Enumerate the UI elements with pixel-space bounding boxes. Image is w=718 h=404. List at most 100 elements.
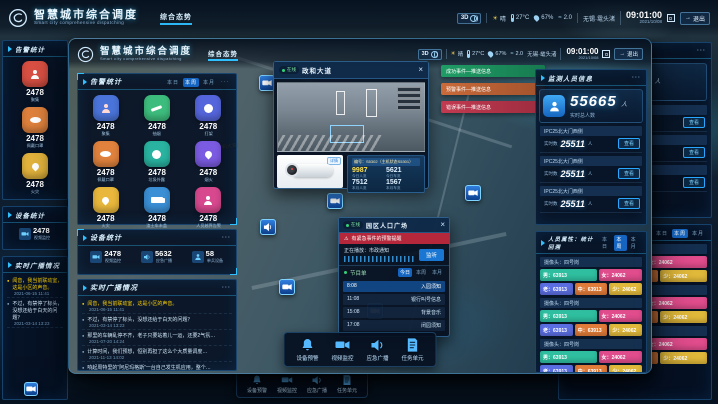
task-unit-button[interactable]: 任务单元 xyxy=(402,337,424,362)
view-mode-toggle[interactable]: 3D xyxy=(457,13,482,24)
tab-day[interactable]: 本日 xyxy=(165,78,181,87)
divider xyxy=(446,49,447,59)
more-icon[interactable]: ··· xyxy=(632,75,641,81)
tab-week[interactable]: 本周 xyxy=(614,235,626,251)
view-button[interactable]: 查看 xyxy=(618,168,640,179)
broadcast-item[interactable]: ●不过，有禁停了标头，没想还给于白天的问题？ 2021-03-14 13:23 xyxy=(82,314,232,330)
tab-week[interactable]: 本周 xyxy=(183,78,199,87)
attribute-group: 摄像头：四号岗 男：63913 女：24062 老：63913 中：63913 … xyxy=(540,298,642,336)
tab-overview[interactable]: 综合态势 xyxy=(208,48,238,61)
chip-female: 女：24062 xyxy=(599,269,642,281)
listen-button[interactable]: 监听 xyxy=(419,249,444,261)
chip-female: 女：24062 xyxy=(599,351,642,363)
more-icon[interactable]: ··· xyxy=(219,78,231,86)
tab-overview[interactable]: 综合态势 xyxy=(160,12,192,25)
action-bar: 设备预警 视频监控 应急广播 任务单元 xyxy=(283,332,436,367)
fullscreen-icon[interactable] xyxy=(667,14,675,22)
chip-young: 少：24062 xyxy=(609,324,642,336)
schedule-row[interactable]: 11:08银行叫号信息 xyxy=(343,294,445,305)
attribute-panel: 人员属性：统计回溯 本日 本周 本月 摄像头：四号岗 男：63913 女：240… xyxy=(535,231,647,373)
tab-month[interactable]: 本月 xyxy=(430,268,444,277)
plaza-broadcast-popup: 在线 园区人口广场 × ⚠ 有紧急事件的预警提醒 正在播放：市政通知 监听 节目… xyxy=(338,217,450,337)
more-icon[interactable]: ··· xyxy=(222,235,231,241)
alarm-label: 聚集 xyxy=(6,97,65,103)
fire-alarm-icon xyxy=(93,187,119,213)
toast-warning[interactable]: 预警事件—推送信息› xyxy=(441,83,545,95)
broadcast-item[interactable]: ●那里的车辆乱停不齐，老子只要站着儿一运，还要2气氛… 2021-07-20 1… xyxy=(82,330,232,346)
tab-month[interactable]: 本月 xyxy=(629,235,641,251)
video-feed[interactable] xyxy=(277,82,425,152)
globe-icon xyxy=(431,51,438,58)
globe-icon xyxy=(470,15,477,22)
device-warning-button[interactable]: 设备预警 xyxy=(247,374,267,394)
humidity-icon xyxy=(487,50,495,58)
alarm-stat-item: 2478 佩戴口罩 xyxy=(3,105,67,151)
schedule-row[interactable]: 8:08入园须知 xyxy=(343,281,445,292)
fullscreen-icon[interactable] xyxy=(602,50,610,58)
view-button[interactable]: 查看 xyxy=(618,198,640,209)
broadcast-item[interactable]: ●闻音，我当前联动室，这是小区的声音。 2021-06-15 11:41 xyxy=(7,275,63,298)
view-mode-toggle[interactable]: 3D xyxy=(418,49,442,60)
video-monitor-button[interactable]: 视频监控 xyxy=(331,337,353,362)
video-stat: 5621今日车流 xyxy=(386,167,420,179)
tab-day[interactable]: 本日 xyxy=(654,229,670,238)
chip-female: 女：24062 xyxy=(599,310,642,322)
device-stat-value: 2478 xyxy=(33,227,51,235)
chip-young: 少：24062 xyxy=(660,270,707,282)
tab-week[interactable]: 本周 xyxy=(414,268,428,277)
tab-day[interactable]: 本日 xyxy=(600,235,612,251)
panel-title: 人员属性：统计回溯 xyxy=(548,235,594,251)
view-button[interactable]: 查看 xyxy=(683,117,705,128)
exit-button[interactable]: →退出 xyxy=(680,12,710,25)
alarm-label: 火灾 xyxy=(6,189,65,195)
view-button[interactable]: 查看 xyxy=(683,177,705,188)
exit-button[interactable]: →退出 xyxy=(614,48,643,60)
schedule-row[interactable]: 15:08背景音乐 xyxy=(343,307,445,318)
bullet-icon: ● xyxy=(82,317,84,322)
schedule-row[interactable]: 17:08闭园须知 xyxy=(343,320,445,331)
task-unit-button[interactable]: 任务单元 xyxy=(337,374,357,394)
close-icon[interactable]: × xyxy=(440,221,445,229)
device-panel: 设备统计··· 2478视频监控 5632应急广播 58单兵设备 xyxy=(77,229,237,275)
tab-today[interactable]: 今日 xyxy=(398,268,412,277)
camera-map-marker[interactable] xyxy=(24,382,38,396)
chip-female: 女：24062 xyxy=(646,256,707,268)
emergency-broadcast-button[interactable]: 应急广播 xyxy=(307,374,327,394)
title-marker-icon xyxy=(541,240,545,246)
view-button[interactable]: 查看 xyxy=(618,138,640,149)
toast-error[interactable]: 错误事件—推送信息› xyxy=(441,101,545,113)
realtime-broadcast-panel: 实时广播情况··· ●闻音，我当前联动室，这是小区的声音。 2021-06-15… xyxy=(77,279,237,371)
camera-map-marker[interactable] xyxy=(465,185,481,201)
broadcast-item[interactable]: ●不过，有禁停了标头，没想还给于白天的问题？ 2021-03-14 13:23 xyxy=(7,298,63,328)
chip-middle: 中：63913 xyxy=(575,365,608,373)
alarm-stat-item: 2478佩戴口罩 xyxy=(80,139,131,185)
broadcast-item[interactable]: ●闻音，我当前联动室，这是小区的声音。 2021-06-15 11:41 xyxy=(82,298,232,314)
divider xyxy=(486,13,487,23)
close-icon[interactable]: × xyxy=(418,66,423,74)
broadcast-item[interactable]: ●计算时间，我们预想，恒别再担了这么个大质量调度… 2021-11-13 14:… xyxy=(82,346,232,362)
stat-tabs: 本日 本周 本月 xyxy=(654,229,706,238)
speaker-map-marker[interactable] xyxy=(260,219,276,235)
toast-success[interactable]: 成功事件—推送信息› xyxy=(441,65,545,77)
more-icon[interactable]: ··· xyxy=(697,48,706,54)
video-monitor-button[interactable]: 视频监控 xyxy=(277,374,297,394)
device-warning-button[interactable]: 设备预警 xyxy=(296,337,318,362)
gathering-alarm-icon xyxy=(93,95,119,121)
tab-month[interactable]: 本月 xyxy=(201,78,217,87)
alarm-stat-item: 2478聚集 xyxy=(80,93,131,139)
more-icon[interactable]: ··· xyxy=(222,285,231,291)
tab-week[interactable]: 本周 xyxy=(672,229,688,238)
schedule-tabs: 今日 本周 本月 xyxy=(398,268,444,277)
emergency-broadcast-button[interactable]: 应急广播 xyxy=(367,337,389,362)
view-button[interactable]: 查看 xyxy=(683,147,705,158)
alarm-value: 2478 xyxy=(3,180,67,189)
camera-map-marker[interactable] xyxy=(279,279,295,295)
detection-box xyxy=(330,125,364,143)
tab-month[interactable]: 本月 xyxy=(690,229,706,238)
chip-elder: 老：63913 xyxy=(540,324,573,336)
view-mode-label: 3D xyxy=(461,15,469,21)
detection-box xyxy=(366,89,377,117)
alarm-panel: 告警统计 本日 本周 本月 ··· 2478聚集 2478抽烟 xyxy=(77,73,237,225)
stat-tabs: 本日 本周 本月 xyxy=(600,235,641,251)
broadcast-item[interactable]: ●响起周特里的“阿尼玛格斯”一台自己发生机应用，整个… 2021-11-23 1… xyxy=(82,362,232,371)
